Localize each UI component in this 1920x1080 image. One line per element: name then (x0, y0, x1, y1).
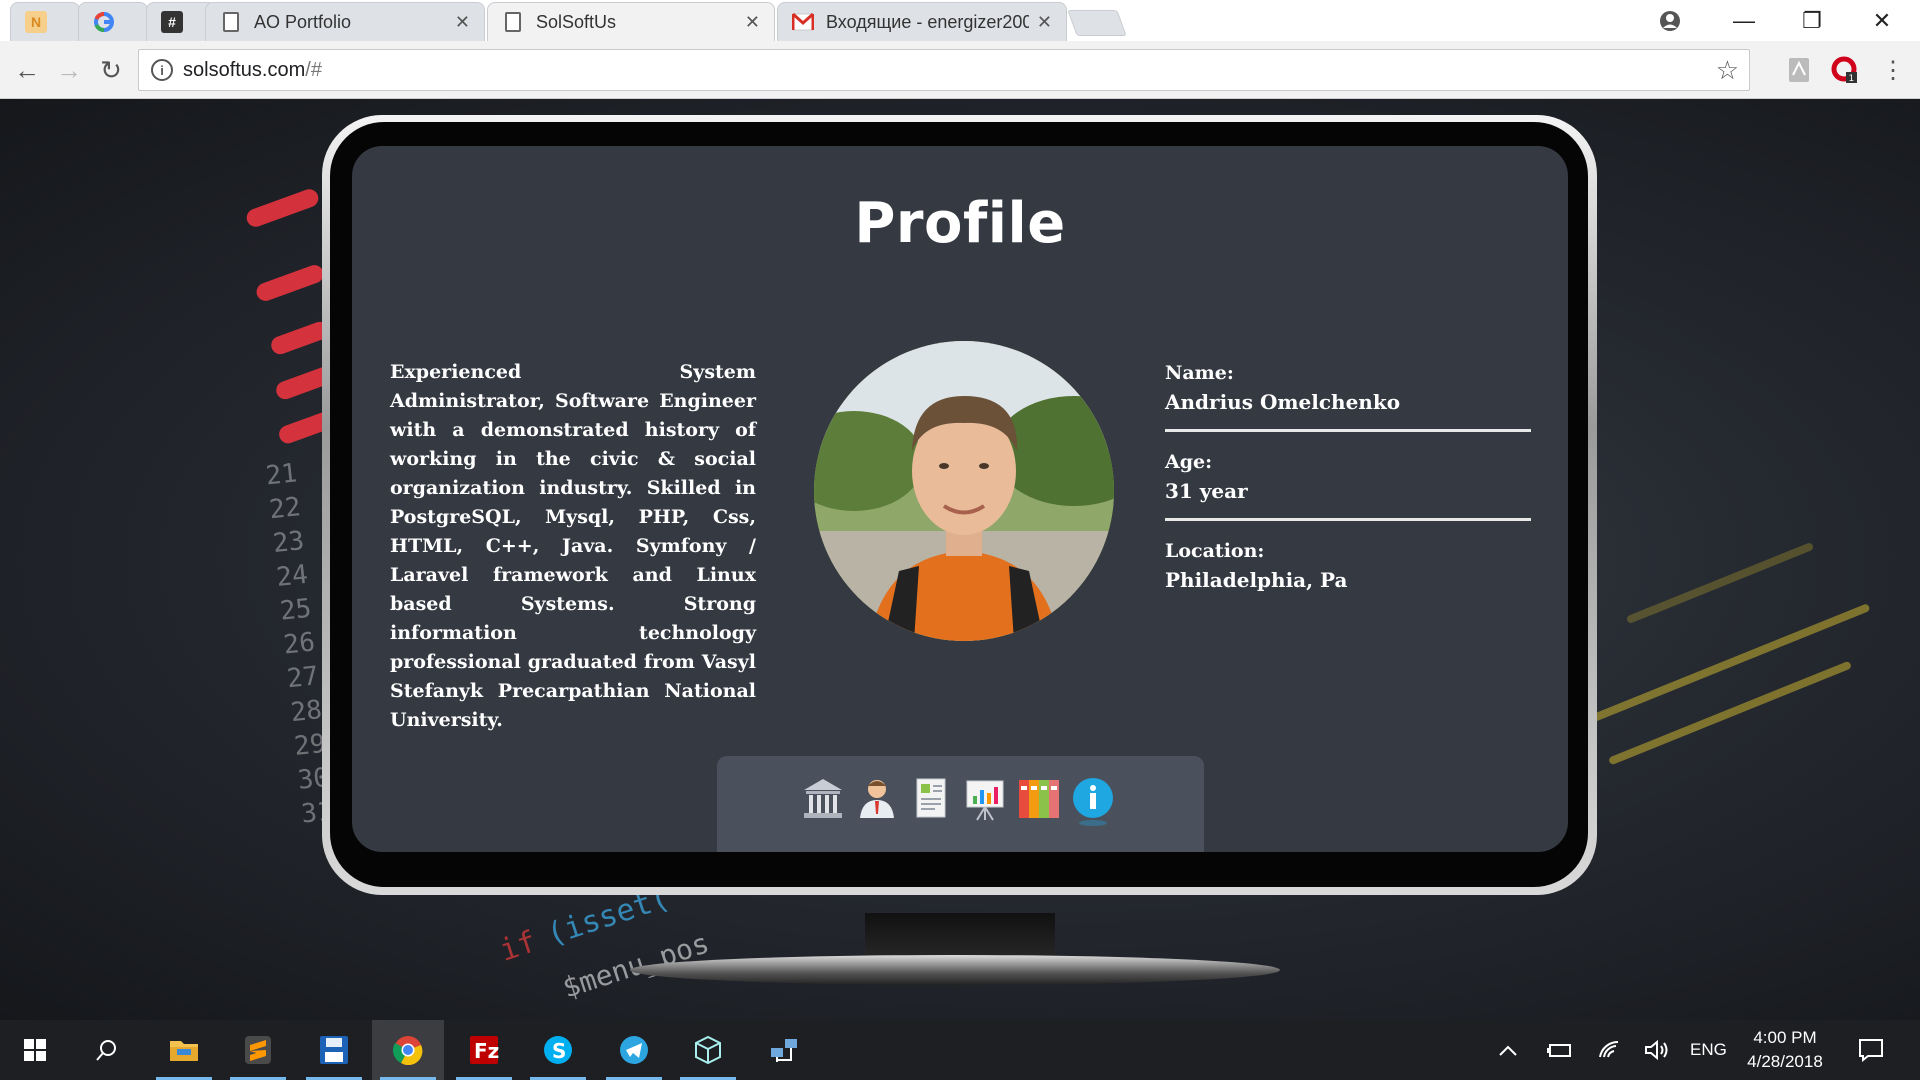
search-icon[interactable] (72, 1020, 142, 1080)
avatar (814, 341, 1114, 641)
url-path: /# (305, 58, 322, 81)
windows-taskbar: Fz S ENG 4:00 PM 4/28/2018 (0, 1020, 1920, 1080)
resume-icon[interactable] (909, 776, 953, 828)
tab-gmail[interactable]: Входящие - energizer200 ✕ (777, 2, 1067, 41)
filezilla-icon[interactable]: Fz (448, 1020, 520, 1080)
page-icon (220, 11, 242, 33)
svg-text:S: S (552, 1039, 566, 1063)
tab-title: AO Portfolio (254, 11, 352, 32)
start-button[interactable] (0, 1020, 70, 1080)
action-center-icon[interactable] (1858, 1020, 1884, 1080)
wifi-icon[interactable] (1598, 1020, 1622, 1080)
detail-label: Location: (1165, 540, 1265, 562)
tab-strip: N # AO Portfolio ✕ SolSoftUs ✕ Входящие … (0, 0, 1920, 41)
pdf-extension-icon[interactable] (1784, 55, 1814, 85)
monitor-base (630, 955, 1280, 985)
forward-icon[interactable]: → (52, 53, 86, 87)
monitor-screen: Profile Experienced System Administrator… (352, 146, 1568, 852)
google-icon (93, 11, 115, 33)
browser-toolbar: ← → ↻ i solsoftus.com/# ☆ 1 ⋮ (0, 41, 1920, 99)
detail-value: Philadelphia, Pa (1165, 568, 1348, 592)
url-host: solsoftus.com (183, 58, 306, 81)
opera-extension-icon[interactable]: 1 (1830, 55, 1860, 85)
close-tab-icon[interactable]: ✕ (455, 12, 470, 33)
page-title: Profile (854, 191, 1066, 256)
svg-text:Fz: Fz (474, 1039, 499, 1063)
profile-details: Name: Andrius Omelchenko Age: 31 year Lo… (1165, 359, 1531, 623)
close-tab-icon[interactable]: ✕ (1037, 12, 1052, 33)
clock[interactable]: 4:00 PM 4/28/2018 (1720, 1026, 1850, 1074)
network-app-icon[interactable] (748, 1020, 820, 1080)
profile-bio: Experienced System Administrator, Softwa… (390, 361, 756, 731)
file-explorer-icon[interactable] (148, 1020, 220, 1080)
url-text[interactable]: solsoftus.com/# (183, 59, 1716, 82)
battery-icon[interactable] (1546, 1020, 1572, 1080)
new-tab-button[interactable] (1067, 10, 1127, 36)
chrome-taskbar-icon[interactable] (372, 1020, 444, 1080)
clock-time: 4:00 PM (1753, 1028, 1817, 1047)
clock-date: 4/28/2018 (1747, 1052, 1823, 1071)
nav-dock (717, 756, 1204, 852)
binders-icon[interactable] (1017, 776, 1061, 828)
detail-location: Location: Philadelphia, Pa (1165, 537, 1531, 607)
save-app-icon[interactable] (298, 1020, 370, 1080)
bg-decoration (254, 262, 326, 304)
tab-pinned-2[interactable] (78, 2, 148, 41)
skype-icon[interactable]: S (522, 1020, 594, 1080)
detail-value: 31 year (1165, 479, 1248, 503)
volume-icon[interactable] (1644, 1020, 1670, 1080)
notion-like-icon: N (25, 11, 47, 33)
minimize-icon[interactable]: — (1710, 0, 1778, 41)
detail-label: Name: (1165, 362, 1234, 384)
detail-value: Andrius Omelchenko (1165, 390, 1401, 414)
tab-title: SolSoftUs (536, 11, 617, 32)
virtualbox-icon[interactable] (672, 1020, 744, 1080)
show-hidden-icons[interactable] (1498, 1020, 1518, 1080)
bank-icon[interactable] (801, 776, 845, 828)
detail-name: Name: Andrius Omelchenko (1165, 359, 1531, 432)
tab-pinned-1[interactable]: N (10, 2, 80, 41)
menu-kebab-icon[interactable]: ⋮ (1878, 55, 1908, 85)
slack-hash-icon: # (161, 11, 183, 33)
gmail-icon (792, 11, 814, 33)
tab-solsoftus[interactable]: SolSoftUs ✕ (487, 2, 775, 41)
page-icon (502, 11, 524, 33)
profile-icon[interactable] (1636, 0, 1704, 41)
sublime-text-icon[interactable] (222, 1020, 294, 1080)
person-icon[interactable] (855, 776, 899, 828)
bg-decoration (1607, 660, 1853, 766)
bg-decoration (244, 186, 321, 230)
tab-title: Входящие - energizer200 (826, 11, 1029, 32)
svg-text:1: 1 (1849, 74, 1855, 84)
detail-label: Age: (1165, 451, 1213, 473)
presentation-chart-icon[interactable] (963, 776, 1007, 828)
info-icon[interactable]: i (151, 59, 173, 81)
telegram-icon[interactable] (598, 1020, 670, 1080)
detail-age: Age: 31 year (1165, 448, 1531, 521)
bg-decoration (1625, 541, 1815, 625)
reload-icon[interactable]: ↻ (94, 53, 128, 87)
address-bar[interactable]: i solsoftus.com/# ☆ (138, 49, 1750, 91)
close-tab-icon[interactable]: ✕ (745, 12, 760, 33)
tab-ao-portfolio[interactable]: AO Portfolio ✕ (205, 2, 485, 41)
restore-icon[interactable]: ❐ (1778, 0, 1846, 41)
close-window-icon[interactable]: ✕ (1848, 0, 1916, 41)
back-icon[interactable]: ← (10, 53, 44, 87)
bg-decoration: 21 22 23 24 25 26 27 28 29 30 31 (264, 458, 335, 830)
bookmark-star-icon[interactable]: ☆ (1716, 55, 1739, 86)
info-icon[interactable] (1071, 776, 1115, 828)
bg-decoration: if (495, 924, 541, 969)
